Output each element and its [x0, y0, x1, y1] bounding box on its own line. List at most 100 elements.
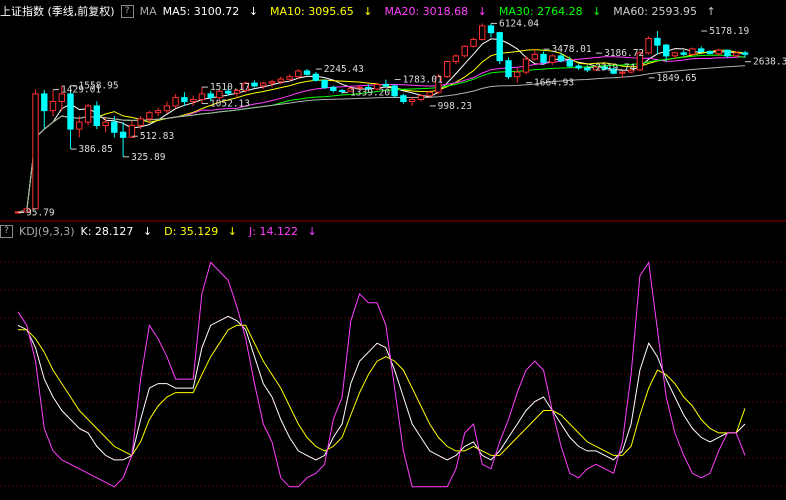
chart-canvas: 95.791429.011558.95386.85325.89512.83151…: [0, 18, 786, 488]
candle: [41, 89, 48, 130]
annotation-label: 325.89: [131, 152, 166, 163]
candle: [408, 97, 416, 106]
candle: [128, 120, 136, 138]
annotation-label: 998.23: [438, 101, 472, 112]
annotation-label: 2319.74: [595, 63, 635, 74]
ma20-value: MA20: 3018.68 ↓: [384, 4, 487, 18]
price-annotation: 998.23: [429, 101, 472, 112]
candle-body: [172, 97, 179, 107]
candle: [584, 65, 591, 73]
candle: [522, 55, 530, 75]
candle-body: [408, 99, 416, 102]
candle: [680, 50, 687, 56]
candle-body: [102, 121, 109, 126]
candle-body: [181, 97, 188, 103]
candle-body: [645, 37, 652, 54]
candle: [382, 79, 390, 88]
candle-body: [137, 118, 144, 126]
annotation-label: 386.85: [79, 144, 113, 155]
candle-body: [400, 95, 407, 102]
candle-body: [338, 90, 346, 92]
candle-body: [487, 25, 495, 34]
annotation-label: 6124.04: [499, 18, 539, 29]
ma30-line: [17, 54, 746, 213]
annotation-label: 512.83: [140, 131, 174, 142]
candle: [540, 51, 547, 65]
candle-body: [303, 70, 311, 75]
candle-body: [531, 53, 538, 60]
candle: [724, 49, 731, 58]
candle: [163, 101, 171, 114]
kdj-k-line: [17, 315, 746, 461]
candle: [93, 101, 100, 130]
candle: [119, 122, 127, 157]
grid-layer: [0, 220, 786, 487]
candle: [67, 90, 74, 150]
candle: [84, 103, 92, 126]
annotation-label: 2638.30: [753, 57, 786, 68]
candle: [645, 36, 652, 55]
candle: [514, 67, 521, 83]
candle: [303, 69, 311, 76]
price-annotation: 6124.04: [490, 18, 539, 29]
candle-body: [76, 121, 83, 130]
candle-body: [67, 93, 74, 130]
candle-body: [733, 52, 740, 57]
price-annotation: 2319.74: [587, 63, 636, 74]
ma60-value: MA60: 2593.95 ↑: [613, 4, 716, 18]
candle: [391, 84, 398, 98]
candle-body: [654, 37, 661, 46]
annotation-label: 95.79: [26, 208, 55, 219]
candle-body: [584, 67, 591, 71]
candle-body: [575, 65, 582, 69]
kdj-k-value: K: 28.127 ↓: [80, 224, 153, 238]
candle-body: [260, 82, 267, 87]
price-annotation: 1510.17: [201, 82, 250, 93]
candle-body: [741, 52, 749, 55]
help-icon[interactable]: ?: [120, 4, 134, 18]
price-annotation: 512.83: [131, 131, 174, 142]
candle-body: [391, 85, 398, 97]
candle: [496, 31, 503, 65]
candle: [689, 47, 696, 56]
candle-body: [251, 82, 258, 87]
candle: [575, 64, 582, 70]
candle: [338, 88, 346, 94]
candle-body: [128, 124, 136, 138]
price-annotation: 1558.95: [70, 81, 119, 92]
price-annotation: 2638.30: [745, 57, 786, 68]
candle: [76, 116, 83, 138]
price-annotation: 1052.13: [201, 99, 250, 110]
candle-body: [84, 105, 92, 123]
candle-body: [689, 48, 696, 55]
candle-body: [207, 93, 214, 99]
candle-body: [706, 51, 714, 55]
annotation-label: 1510.17: [210, 82, 250, 93]
ma10-value: MA10: 3095.65 ↓: [270, 4, 373, 18]
price-annotation: 1849.65: [648, 73, 697, 84]
ma30-value: MA30: 2764.28 ↓: [498, 4, 602, 18]
kdj-help-icon[interactable]: ?: [0, 224, 13, 238]
candle-body: [382, 84, 390, 87]
candle: [32, 89, 39, 210]
price-annotation: 1664.93: [526, 78, 574, 89]
candle-body: [198, 93, 206, 101]
candle-body: [715, 49, 722, 55]
candle: [531, 49, 538, 61]
candle: [706, 50, 714, 55]
candle-body: [286, 76, 293, 80]
candle-body: [330, 86, 337, 92]
candle-body: [426, 91, 433, 97]
candle: [444, 60, 451, 78]
candle: [154, 107, 162, 117]
candle-body: [496, 32, 503, 62]
candle: [312, 72, 320, 82]
candle-body: [522, 58, 530, 73]
price-annotation: 325.89: [123, 152, 166, 163]
candle: [452, 54, 460, 65]
candle: [470, 37, 477, 48]
candle: [461, 45, 468, 58]
candle-body: [190, 99, 197, 102]
main-chart-header: 上证指数 (季线,前复权) ? MA MA5: 3100.72 ↓ MA10: …: [0, 2, 786, 20]
candle: [198, 87, 206, 104]
